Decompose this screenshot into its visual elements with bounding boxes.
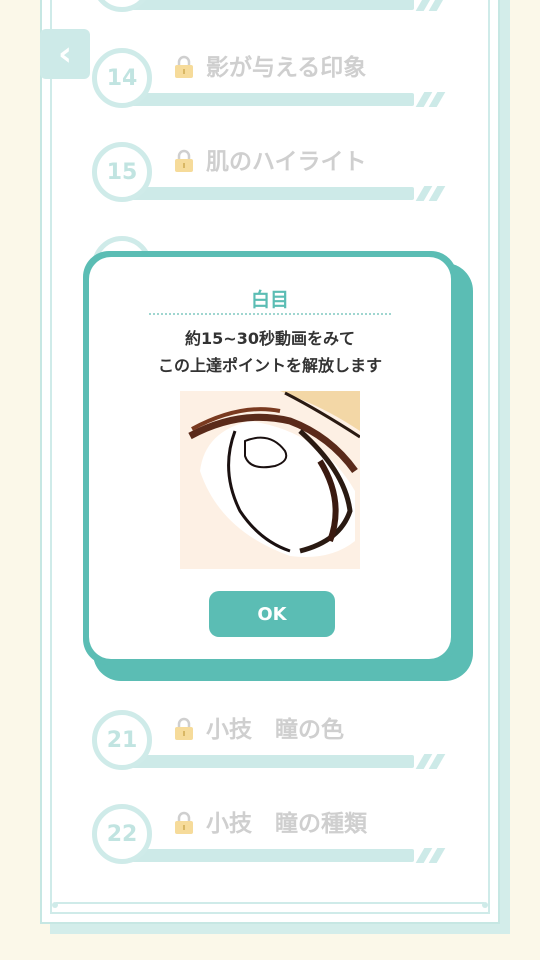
- dialog-title: 白目: [250, 289, 289, 311]
- dialog-message: 約15~30秒動画をみて この上達ポイントを解放します: [89, 325, 451, 379]
- eye-illustration: [180, 391, 360, 569]
- dialog-message-line2: この上達ポイントを解放します: [157, 356, 382, 375]
- unlock-dialog: 白目 約15~30秒動画をみて この上達ポイントを解放します OK: [83, 251, 457, 665]
- dialog-message-line1: 約15~30秒動画をみて: [185, 329, 355, 348]
- dialog-divider: [149, 313, 391, 315]
- ok-button[interactable]: OK: [209, 591, 335, 637]
